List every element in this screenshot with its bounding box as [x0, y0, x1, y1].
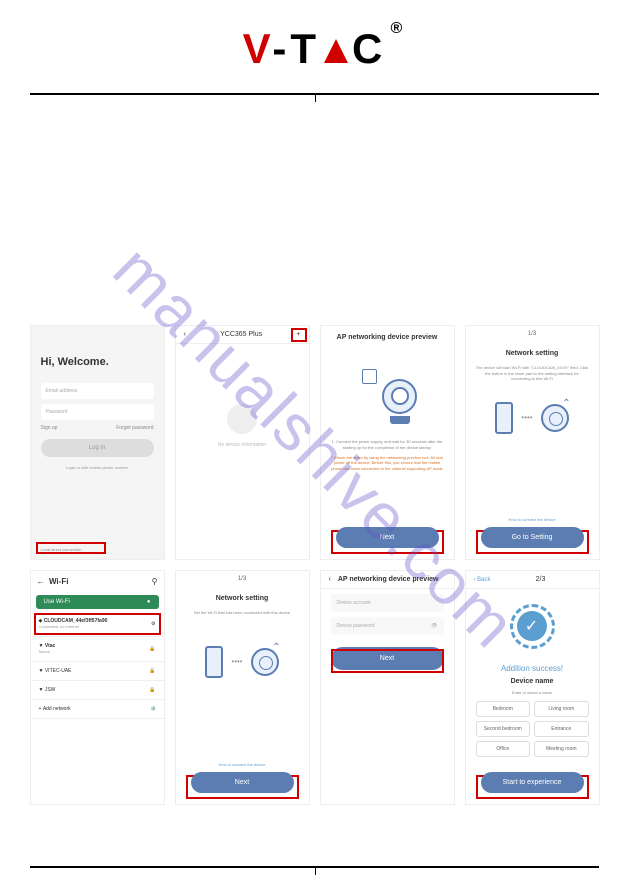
- network-title: Network setting: [176, 587, 309, 610]
- network-desc: Set the Wi-Fi that has been connected wi…: [176, 610, 309, 616]
- forgot-link[interactable]: Forget password: [116, 425, 153, 431]
- wifi-add[interactable]: + Add network ⊞: [31, 700, 164, 719]
- room-second-bedroom[interactable]: Second bedroom: [476, 721, 531, 737]
- camera-icon: ⌃: [251, 648, 279, 676]
- lock-icon: 🔒: [149, 646, 155, 652]
- scan-icon[interactable]: ⊞: [151, 706, 155, 712]
- ap-title: AP networking device preview: [338, 576, 439, 583]
- wifi-vtac[interactable]: ▼ VtacSaved 🔒: [31, 637, 164, 662]
- warning-text: * Check the video by using the networkin…: [321, 450, 454, 476]
- wifi-icon: ▼: [39, 687, 44, 693]
- highlight-plus: [291, 328, 307, 342]
- step-text: 1. Connect the power supply, and wait fo…: [321, 439, 454, 450]
- goto-setting-button[interactable]: Go to Setting: [481, 527, 584, 548]
- screenshot-device-list: ‹ YCC365 Plus + No device information: [175, 325, 310, 560]
- logo-registered: ®: [391, 20, 407, 38]
- network-title: Network setting: [466, 342, 599, 365]
- welcome-title: Hi, Welcome.: [41, 356, 164, 368]
- search-icon[interactable]: ⚲: [152, 577, 158, 586]
- success-text: Addition success!: [471, 664, 594, 673]
- step-indicator: 2/3: [536, 576, 546, 583]
- header: V-T C ®: [0, 0, 629, 88]
- phone-icon: [495, 402, 513, 434]
- logo-c: C: [352, 25, 386, 72]
- how-link[interactable]: How to connect the device: [181, 762, 304, 767]
- room-office[interactable]: Office: [476, 741, 531, 757]
- use-wifi-toggle[interactable]: Use Wi-Fi ●: [36, 595, 159, 609]
- screenshot-network-2: 1/3 Network setting Set the Wi-Fi that h…: [175, 570, 310, 805]
- screenshot-network-1: 1/3 Network setting The device will star…: [465, 325, 600, 560]
- mobile-login-link[interactable]: Login in with mobile phone number: [36, 465, 159, 470]
- room-meeting[interactable]: Meeting room: [534, 741, 589, 757]
- screenshot-wifi-list: ← Wi-Fi ⚲ Use Wi-Fi ● ◆ CLOUDCAM_44ef3ff…: [30, 570, 165, 805]
- start-button[interactable]: Start to experience: [481, 772, 584, 793]
- password-field[interactable]: Password: [41, 404, 154, 420]
- camera-icon: ⌃: [541, 404, 569, 432]
- dots-icon: ••••: [521, 413, 532, 422]
- screenshot-login: Hi, Welcome. Email address Password Sign…: [30, 325, 165, 560]
- logo-a: [320, 25, 352, 73]
- phone-icon: [205, 646, 223, 678]
- back-arrow-icon[interactable]: ←: [37, 577, 45, 586]
- ap-title: AP networking device preview: [321, 326, 454, 349]
- screenshot-success: ‹ Back 2/3 ✓ Addition success! Device na…: [465, 570, 600, 805]
- lock-icon: 🔒: [149, 668, 155, 674]
- highlight-cloudcam: [34, 613, 161, 635]
- top-divider: [30, 93, 599, 95]
- wifi-icon: ▼: [39, 668, 44, 674]
- device-password-field[interactable]: Device password 👁: [331, 617, 444, 635]
- success-check: ✓: [510, 604, 555, 649]
- next-button[interactable]: Next: [336, 527, 439, 548]
- phone-camera-illustration: •••• ⌃: [466, 402, 599, 434]
- wifi-title: Wi-Fi: [49, 577, 68, 586]
- logo-t: T: [290, 25, 320, 72]
- back-link[interactable]: ‹ Back: [474, 577, 491, 583]
- screenshot-ap-credentials: ‹ AP networking device preview Device ac…: [320, 570, 455, 805]
- back-icon[interactable]: ‹: [329, 576, 331, 583]
- logo-v: V: [243, 25, 273, 72]
- room-entrance[interactable]: Entrance: [534, 721, 589, 737]
- wifi-vitec[interactable]: ▼ VITEC-UAE 🔒: [31, 662, 164, 681]
- plus-icon: +: [39, 706, 42, 712]
- room-grid: Bedroom Living room Second bedroom Entra…: [466, 696, 599, 762]
- screenshot-ap-preview: AP networking device preview 1. Connect …: [320, 325, 455, 560]
- app-title: YCC365 Plus: [220, 331, 262, 338]
- camera-illustration: [347, 364, 427, 424]
- email-field[interactable]: Email address: [41, 383, 154, 399]
- phone-camera-illustration: •••• ⌃: [176, 646, 309, 678]
- how-link[interactable]: How to connect the device: [471, 517, 594, 522]
- room-bedroom[interactable]: Bedroom: [476, 701, 531, 717]
- dots-icon: ••••: [231, 657, 242, 666]
- network-desc: The device will start Wi-Fi with "CLOUDC…: [466, 365, 599, 382]
- device-account-field[interactable]: Device account: [331, 594, 444, 612]
- bottom-divider: [30, 866, 599, 868]
- plug-icon: [362, 369, 377, 384]
- wifi-jsw[interactable]: ▼ JSW 🔒: [31, 681, 164, 700]
- screenshot-grid: Hi, Welcome. Email address Password Sign…: [0, 325, 629, 805]
- back-icon[interactable]: ‹: [184, 331, 186, 338]
- empty-text: No device information: [176, 442, 309, 448]
- login-button[interactable]: Log in: [41, 439, 154, 457]
- step-indicator: 1/3: [176, 571, 309, 587]
- room-living[interactable]: Living room: [534, 701, 589, 717]
- vtac-logo: V-T C ®: [243, 25, 387, 73]
- step-indicator: 1/3: [466, 326, 599, 342]
- empty-icon: [227, 404, 257, 434]
- logo-dash: -: [272, 25, 290, 72]
- highlight-next: [331, 649, 444, 673]
- device-name-label: Device name: [471, 678, 594, 685]
- next-button[interactable]: Next: [191, 772, 294, 793]
- local-link[interactable]: Local direct connection: [41, 547, 82, 552]
- eye-icon[interactable]: 👁: [431, 623, 437, 629]
- check-icon: ✓: [517, 611, 547, 641]
- signup-link[interactable]: Sign up: [41, 425, 58, 431]
- lock-icon: 🔒: [149, 687, 155, 693]
